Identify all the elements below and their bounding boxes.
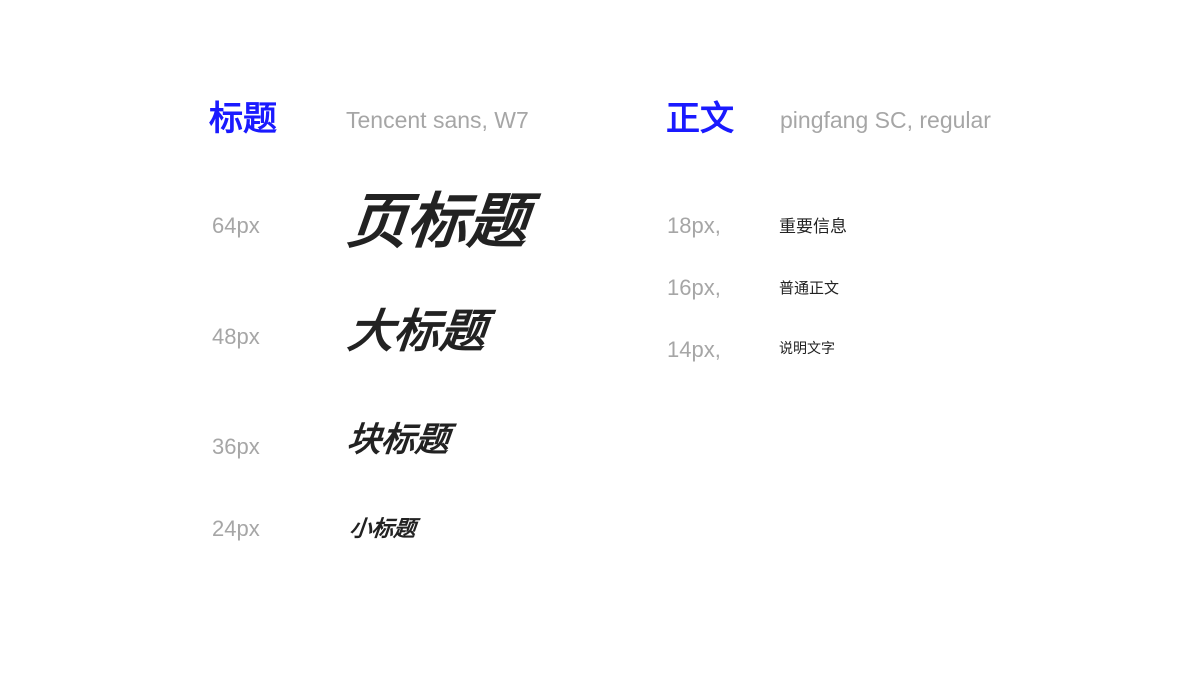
- body-font-name: pingfang SC, regular: [780, 107, 991, 133]
- heading-font-name: Tencent sans, W7: [346, 107, 529, 133]
- heading-sample-small-title: 小标题: [348, 517, 417, 542]
- heading-size-label-48: 48px: [212, 324, 260, 349]
- heading-size-label-24: 24px: [212, 516, 260, 541]
- heading-sample-block-title: 块标题: [345, 420, 452, 460]
- body-size-label-16: 16px,: [667, 275, 721, 300]
- body-sample-normal-text: 普通正文: [779, 279, 840, 297]
- heading-size-label-64: 64px: [212, 213, 260, 238]
- heading-size-label-36: 36px: [212, 434, 260, 459]
- body-sample-caption-text: 说明文字: [779, 341, 835, 357]
- body-size-label-14: 14px,: [667, 337, 721, 362]
- heading-section-title: 标题: [209, 99, 277, 139]
- body-sample-important-info: 重要信息: [779, 217, 847, 237]
- heading-sample-large-title: 大标题: [345, 304, 489, 358]
- heading-sample-page-title: 页标题: [344, 187, 532, 257]
- body-section-title: 正文: [666, 99, 734, 139]
- body-size-label-18: 18px,: [667, 213, 721, 238]
